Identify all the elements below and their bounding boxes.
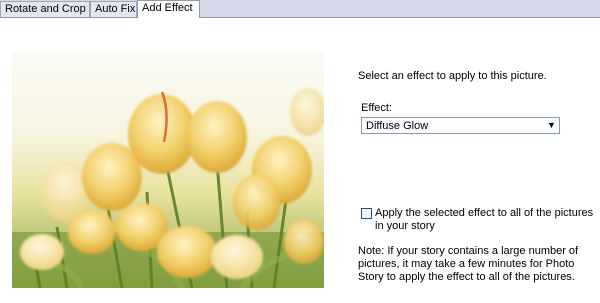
tab-auto-fix[interactable]: Auto Fix (90, 1, 137, 17)
apply-all-checkbox[interactable] (361, 208, 372, 219)
dropdown-arrow-icon[interactable]: ▼ (546, 120, 557, 131)
effect-selected-value: Diffuse Glow (366, 120, 429, 132)
effect-label: Effect: (361, 102, 392, 114)
note-line3: Story to apply the effect to all of the … (358, 271, 575, 283)
instruction-text: Select an effect to apply to this pictur… (358, 70, 547, 82)
tulip-photo (12, 52, 324, 288)
effect-dropdown[interactable]: Diffuse Glow ▼ (361, 117, 560, 134)
tab-strip: Rotate and Crop Auto Fix Add Effect (0, 0, 600, 18)
note-line1: Note: If your story contains a large num… (358, 245, 579, 257)
apply-all-label-line2: in your story (375, 220, 435, 232)
apply-all-label-line1: Apply the selected effect to all of the … (375, 207, 594, 219)
note-line2: pictures, it may take a few minutes for … (358, 258, 575, 270)
picture-preview (12, 52, 324, 288)
apply-all-label[interactable]: Apply the selected effect to all of the … (375, 207, 593, 233)
tab-rotate-and-crop[interactable]: Rotate and Crop (0, 1, 90, 17)
tab-add-effect[interactable]: Add Effect (137, 0, 200, 18)
performance-note: Note: If your story contains a large num… (358, 245, 578, 284)
